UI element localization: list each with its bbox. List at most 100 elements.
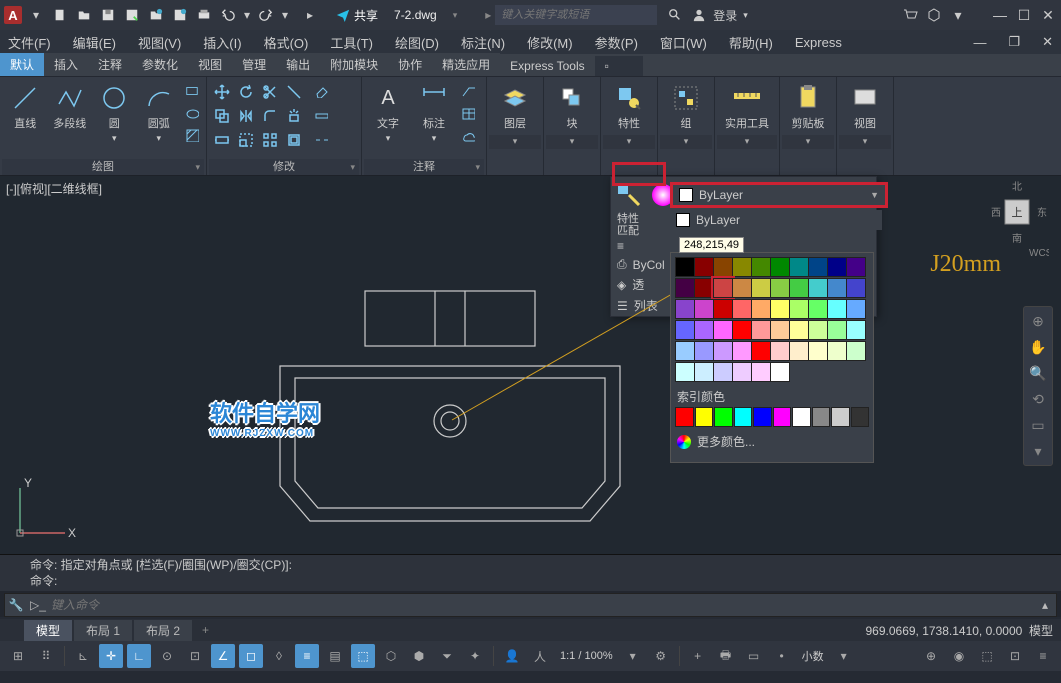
menu-view[interactable]: 视图(V) [138, 33, 181, 52]
tool-dimension[interactable]: 标注▾ [412, 81, 456, 146]
index-color-cell[interactable] [734, 407, 753, 427]
color-cell[interactable] [770, 257, 790, 277]
tab-addins[interactable]: 附加模块 [320, 53, 388, 76]
qa-more-icon[interactable]: ▸ [300, 5, 320, 25]
sb-osnap-icon[interactable]: ◻ [239, 644, 263, 668]
tab-blank[interactable]: ▫ [595, 56, 643, 76]
nav-orbit-icon[interactable]: ⟲ [1028, 389, 1048, 409]
saveas-icon[interactable] [122, 5, 142, 25]
minimize-icon[interactable]: — [991, 6, 1009, 24]
tool-trim-icon[interactable] [259, 81, 281, 103]
color-cell[interactable] [770, 278, 790, 298]
more-colors-button[interactable]: 更多颜色... [671, 427, 873, 456]
sb-snap-icon[interactable]: ⠿ [34, 644, 58, 668]
tool-fillet-icon[interactable] [259, 105, 281, 127]
menu-dim[interactable]: 标注(N) [461, 33, 505, 52]
tool-array-icon[interactable] [259, 129, 281, 151]
tool-erase-icon[interactable] [311, 81, 331, 101]
tool-cloud-icon[interactable] [458, 125, 478, 145]
color-cell[interactable] [808, 320, 828, 340]
sb-units-icon[interactable]: • [770, 644, 794, 668]
menu-express[interactable]: Express [795, 35, 842, 50]
web-open-icon[interactable] [146, 5, 166, 25]
nav-fullnav-icon[interactable]: ⊕ [1028, 311, 1048, 331]
save-icon[interactable] [98, 5, 118, 25]
viewcube[interactable]: 北 西 东 南 上 WCS [985, 180, 1049, 244]
tool-align-icon[interactable] [311, 105, 331, 125]
color-cell[interactable] [675, 299, 695, 319]
sb-otrack-icon[interactable]: ∠ [211, 644, 235, 668]
color-cell[interactable] [770, 362, 790, 382]
expand-prop[interactable]: ▾ [603, 135, 655, 149]
sb-add-icon[interactable]: + [686, 644, 710, 668]
layout-add-icon[interactable]: + [194, 621, 217, 639]
tab-parametric[interactable]: 参数化 [132, 53, 188, 76]
sb-isolate-icon[interactable]: ◉ [947, 644, 971, 668]
sb-hw-icon[interactable]: ⬚ [975, 644, 999, 668]
color-cell[interactable] [770, 320, 790, 340]
layout-model[interactable]: 模型 [24, 620, 72, 641]
sb-scale-text[interactable]: 1:1 / 100% [556, 650, 617, 662]
color-cell[interactable] [827, 341, 847, 361]
tool-mirror-icon[interactable] [235, 105, 257, 127]
tool-extend-icon[interactable] [283, 81, 305, 103]
tab-collab[interactable]: 协作 [388, 53, 432, 76]
sb-quickprop-icon[interactable]: ▾ [832, 644, 856, 668]
expand-util[interactable]: ▾ [717, 135, 777, 149]
tab-manage[interactable]: 管理 [232, 53, 276, 76]
color-cell[interactable] [808, 278, 828, 298]
tab-output[interactable]: 输出 [276, 53, 320, 76]
tool-rotate-icon[interactable] [235, 81, 257, 103]
panel-modify-title[interactable]: 修改 [209, 159, 359, 175]
color-cell[interactable] [751, 362, 771, 382]
color-cell[interactable] [675, 362, 695, 382]
sb-paper-icon[interactable]: ▭ [742, 644, 766, 668]
menu-param[interactable]: 参数(P) [595, 33, 638, 52]
login-dd-icon[interactable]: ▾ [743, 10, 748, 21]
color-cell[interactable] [751, 320, 771, 340]
layout-2[interactable]: 布局 2 [134, 620, 192, 641]
color-cell[interactable] [713, 320, 733, 340]
menu-insert[interactable]: 插入(I) [203, 33, 241, 52]
sb-annoscale-icon[interactable]: ▾ [621, 644, 645, 668]
color-cell[interactable] [846, 278, 866, 298]
redo-icon[interactable] [256, 5, 276, 25]
panel-utilities[interactable]: 实用工具 [717, 79, 777, 135]
index-color-cell[interactable] [831, 407, 850, 427]
share-button[interactable]: 共享 [336, 7, 378, 24]
panel-block[interactable]: 块 [546, 79, 598, 135]
drawing-canvas[interactable]: [-][俯视][二维线框] 特性 匹配 ≡ ⎙ByCol ◈透 ☰列表 ByLa… [0, 176, 1061, 554]
sb-units-text[interactable]: 小数 [798, 648, 828, 664]
tool-circle[interactable]: 圆▾ [93, 81, 136, 146]
sb-workspace-icon[interactable]: 👤 [500, 644, 524, 668]
sb-gizmo-icon[interactable]: ✦ [463, 644, 487, 668]
cmd-toggle-icon[interactable]: 🔧 [5, 598, 27, 612]
panel-properties[interactable]: 特性 [603, 79, 655, 135]
index-color-cell[interactable] [851, 407, 870, 427]
color-cell[interactable] [751, 278, 771, 298]
tool-move-icon[interactable] [211, 81, 233, 103]
tool-text[interactable]: A文字▾ [366, 81, 410, 146]
command-input[interactable] [49, 597, 1034, 613]
color-cell[interactable] [827, 299, 847, 319]
color-cell[interactable] [808, 299, 828, 319]
panel-group[interactable]: 组 [660, 79, 712, 135]
undo-icon[interactable] [218, 5, 238, 25]
index-color-cell[interactable] [773, 407, 792, 427]
color-cell[interactable] [694, 299, 714, 319]
color-cell[interactable] [732, 362, 752, 382]
search-icon[interactable] [665, 5, 685, 25]
sb-dynucs-icon[interactable]: ⬢ [407, 644, 431, 668]
help-dd-icon[interactable]: ▾ [949, 6, 967, 24]
panel-layer[interactable]: 图层 [489, 79, 541, 135]
sb-target-icon[interactable]: ⊕ [919, 644, 943, 668]
tool-scale-icon[interactable] [235, 129, 257, 151]
nav-expand-icon[interactable]: ▾ [1028, 441, 1048, 461]
index-color-cell[interactable] [675, 407, 694, 427]
sb-infer-icon[interactable]: ⊾ [71, 644, 95, 668]
color-cell[interactable] [675, 278, 695, 298]
expand-layer[interactable]: ▾ [489, 135, 541, 149]
app-icon-2[interactable] [925, 6, 943, 24]
menu-draw[interactable]: 绘图(D) [395, 33, 439, 52]
color-cell[interactable] [713, 257, 733, 277]
